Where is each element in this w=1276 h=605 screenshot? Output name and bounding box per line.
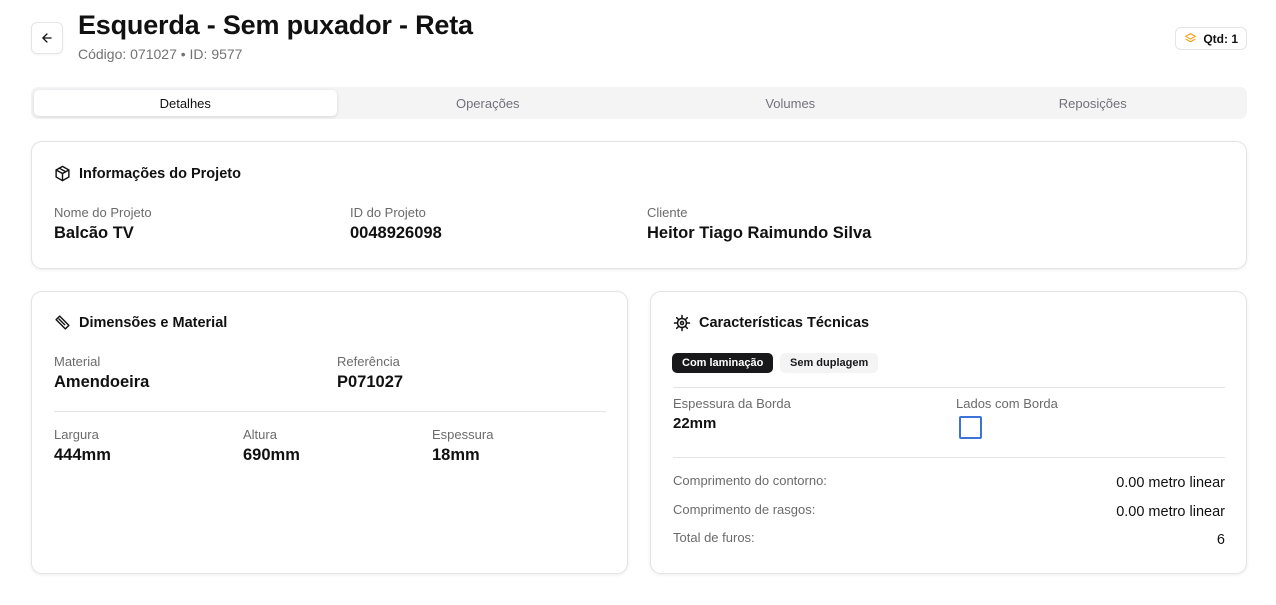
field-value: Amendoeira	[54, 373, 150, 391]
arrow-left-icon	[42, 33, 52, 43]
technical-title-text: Características Técnicas	[699, 315, 870, 331]
edge-thickness-field: Espessura da Borda 22mm	[673, 396, 791, 432]
field-label: Altura	[243, 427, 277, 442]
contour-length-value: 0.00 metro linear	[1116, 475, 1225, 491]
field-label: Nome do Projeto	[54, 205, 152, 220]
material-field: Material Amendoeira	[54, 354, 149, 392]
package-icon	[55, 165, 70, 182]
technical-card: Características Técnicas Com laminação S…	[650, 291, 1247, 574]
page-subtitle: Código: 071027 • ID: 9577	[78, 46, 243, 62]
client-field: Cliente Heitor Tiago Raimundo Silva	[647, 205, 871, 243]
lamination-tag: Com laminação	[672, 353, 774, 373]
total-holes-label: Total de furos:	[673, 530, 755, 545]
field-value: 0048926098	[350, 224, 442, 242]
section-divider	[673, 457, 1225, 458]
section-divider	[673, 387, 1225, 388]
project-id-field: ID do Projeto 0048926098	[350, 205, 442, 243]
width-field: Largura 444mm	[54, 427, 111, 465]
project-info-card: Informações do Projeto Nome do Projeto B…	[31, 141, 1247, 269]
field-value: P071027	[337, 373, 404, 391]
edge-sides-checkbox[interactable]	[959, 416, 982, 439]
field-label: Espessura	[432, 427, 494, 442]
field-value: 18mm	[432, 446, 480, 464]
edge-sides-field: Lados com Borda	[956, 396, 1058, 411]
project-name-field: Nome do Projeto Balcão TV	[54, 205, 152, 243]
project-info-title-text: Informações do Projeto	[79, 165, 241, 182]
technical-title: Características Técnicas	[673, 314, 869, 332]
quantity-badge: Qtd: 1	[1175, 27, 1247, 50]
tab-bar: Detalhes Operações Volumes Reposições	[31, 87, 1247, 119]
field-label: Material	[54, 354, 101, 369]
field-value: Balcão TV	[54, 224, 134, 242]
field-label: Cliente	[647, 205, 688, 220]
field-value: 22mm	[673, 415, 717, 432]
slot-length-label: Comprimento de rasgos:	[673, 502, 816, 517]
layers-icon	[1185, 33, 1197, 43]
section-divider	[54, 411, 606, 412]
field-value: 444mm	[54, 446, 111, 464]
dimensions-card: Dimensões e Material Material Amendoeira…	[31, 291, 628, 574]
tab-detalhes[interactable]: Detalhes	[34, 90, 337, 116]
ruler-icon	[55, 315, 70, 330]
quantity-label: Qtd: 1	[1203, 31, 1238, 46]
tab-reposicoes[interactable]: Reposições	[942, 90, 1245, 116]
field-value: 690mm	[243, 446, 300, 464]
field-label: ID do Projeto	[350, 205, 426, 220]
thickness-field: Espessura 18mm	[432, 427, 493, 465]
total-holes-value: 6	[1216, 532, 1225, 548]
back-button[interactable]	[31, 22, 63, 54]
field-label: Largura	[54, 427, 99, 442]
field-value: Heitor Tiago Raimundo Silva	[647, 224, 872, 242]
tab-volumes[interactable]: Volumes	[639, 90, 942, 116]
duplagem-tag: Sem duplagem	[780, 353, 879, 373]
reference-field: Referência P071027	[337, 354, 403, 392]
field-label: Referência	[337, 354, 400, 369]
cog-icon	[673, 314, 691, 332]
tab-operacoes[interactable]: Operações	[337, 90, 640, 116]
project-info-title: Informações do Projeto	[54, 165, 241, 182]
field-label: Espessura da Borda	[673, 396, 791, 411]
contour-length-label: Comprimento do contorno:	[673, 473, 827, 488]
height-field: Altura 690mm	[243, 427, 300, 465]
dimensions-title-text: Dimensões e Material	[79, 314, 228, 331]
dimensions-title: Dimensões e Material	[54, 314, 227, 331]
slot-length-value: 0.00 metro linear	[1116, 504, 1225, 520]
page-title: Esquerda - Sem puxador - Reta	[78, 10, 473, 40]
field-label: Lados com Borda	[956, 396, 1058, 411]
